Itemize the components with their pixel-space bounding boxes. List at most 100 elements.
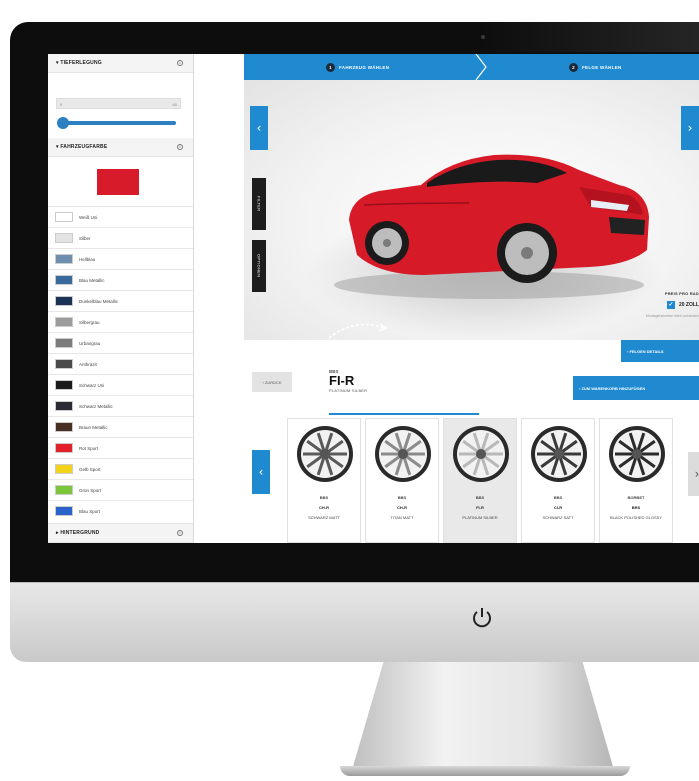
step-label: FELGE WÄHLEN [582, 64, 622, 70]
section-title-color: FAHRZEUGFARBE [60, 144, 108, 150]
back-button[interactable]: ‹ ZURÜCK [252, 372, 292, 392]
rim-icon [297, 426, 353, 482]
rim-card-brand: BBS [397, 495, 407, 500]
configurator-main: 1 FAHRZEUG WÄHLEN 2 FELGE WÄHLEN ‹ › FIL… [194, 54, 699, 543]
rim-title-block: BBS FI-R PLATINUM SILBER [329, 369, 367, 393]
color-chip [55, 296, 73, 306]
color-label: Schwarz Uni [79, 382, 105, 388]
color-label: Blau Sport [79, 508, 101, 514]
rim-icon [453, 426, 509, 482]
price-label: PREIS PRO RAD [664, 291, 699, 296]
color-label: Silbergrau [79, 319, 100, 325]
color-chip [55, 422, 73, 432]
rim-icon [609, 426, 665, 482]
step-number: 1 [326, 62, 335, 72]
color-option[interactable]: Weiß Uni [48, 206, 193, 227]
screen: ▾ TIEFERLEGUNG i 0 60 ▾ FAHRZEUGFARBE i … [48, 54, 699, 543]
rim-card-brand: BBS [319, 495, 329, 500]
size-option[interactable]: ✓ 20 ZOLL [549, 301, 699, 309]
car-image [334, 154, 649, 299]
color-option[interactable]: Grün Sport [48, 479, 193, 500]
depth-slider-track[interactable] [62, 121, 176, 125]
info-icon[interactable]: i [177, 144, 183, 150]
color-option[interactable]: Gelb Sport [48, 458, 193, 479]
color-option[interactable]: Silber [48, 227, 193, 248]
color-chip [55, 443, 73, 453]
rim-card-brand: BORBET [627, 495, 645, 500]
depth-range-field[interactable]: 0 60 [56, 98, 181, 109]
carousel-prev-arrow[interactable]: ‹ [252, 450, 270, 494]
color-chip [55, 401, 73, 411]
rim-name: FI-R [329, 373, 355, 388]
rim-card-model: CH-R [397, 505, 407, 510]
color-option[interactable]: Dunkelblau Metallic [48, 290, 193, 311]
rim-card-finish: SCHWARZ SATT [542, 515, 574, 520]
rim-details-button[interactable]: › FELGEN DETAILS [621, 340, 699, 362]
color-chip [55, 254, 73, 264]
range-min: 0 [60, 102, 63, 107]
color-list: Weiß Uni Silber Hellblau Blau Metallic Dunke… [48, 206, 193, 521]
step-choose-vehicle[interactable]: 1 FAHRZEUG WÄHLEN [326, 54, 389, 80]
power-icon[interactable] [468, 604, 496, 632]
info-icon[interactable]: i [177, 530, 183, 536]
color-label: Hellblau [79, 256, 96, 262]
rim-card[interactable]: BBS CI-R SCHWARZ SATT [521, 418, 595, 543]
rim-finish: PLATINUM SILBER [329, 388, 368, 393]
section-title-depth: TIEFERLEGUNG [60, 60, 102, 66]
rim-card[interactable]: BBS FI-R PLATINUM SILBER [443, 418, 517, 543]
step-label: FAHRZEUG WÄHLEN [339, 64, 390, 70]
color-label: Blau Metallic [79, 277, 105, 283]
depth-slider-handle[interactable] [57, 117, 69, 129]
rim-card[interactable]: BBS CH-R SCHWARZ MATT [287, 418, 361, 543]
color-label: Dunkelblau Metallic [79, 298, 119, 304]
color-option[interactable]: Hellblau [48, 248, 193, 269]
color-label: Rot Sport [79, 445, 99, 451]
stage-prev-arrow[interactable]: ‹ [250, 106, 268, 150]
rotate-360-icon[interactable] [324, 308, 394, 340]
color-label: Schwarz Metallic [79, 403, 113, 409]
section-header-color[interactable]: ▾ FAHRZEUGFARBE i [48, 138, 193, 157]
checkbox-icon[interactable]: ✓ [666, 301, 675, 309]
color-option[interactable]: Blau Sport [48, 500, 193, 521]
stage-next-arrow[interactable]: › [681, 106, 699, 150]
rim-card-brand: BBS [553, 495, 563, 500]
carousel-next-arrow[interactable]: › [688, 452, 699, 496]
rim-card-brand: BBS [475, 495, 485, 500]
color-option[interactable]: Urbangrau [48, 332, 193, 353]
selected-color-swatch [97, 169, 139, 195]
color-chip [55, 359, 73, 369]
color-chip [55, 317, 73, 327]
tab-filter[interactable]: FILTER [252, 178, 266, 230]
rim-carousel: BBS CH-R SCHWARZ MATT BBS CH-R TITAN MATT BBS F… [287, 418, 699, 543]
color-chip [55, 233, 73, 243]
color-chip [55, 464, 73, 474]
color-chip [55, 212, 73, 222]
color-option[interactable]: Rot Sport [48, 437, 193, 458]
color-option[interactable]: Schwarz Uni [48, 374, 193, 395]
section-header-background[interactable]: ▸ HINTERGRUND i [48, 523, 193, 543]
price-panel: PREIS PRO RAD ✓ 20 ZOLL Montagehinweise … [549, 291, 699, 318]
rim-card[interactable]: BBS CH-R TITAN MATT [365, 418, 439, 543]
add-to-cart-button[interactable]: › ZUM WARENKORB HINZUFÜGEN [573, 376, 699, 400]
rim-card-finish: TITAN MATT [390, 515, 414, 520]
rim-card[interactable]: BORBET BRS BLACK POLISHED GLOSSY [599, 418, 673, 543]
camera-icon [481, 35, 485, 39]
info-icon[interactable]: i [177, 60, 183, 66]
rim-card-model: CI-R [553, 505, 563, 510]
tab-options[interactable]: OPTIONEN [252, 240, 266, 292]
monitor-stand [352, 662, 614, 770]
color-option[interactable]: Schwarz Metallic [48, 395, 193, 416]
color-option[interactable]: Anthrazit [48, 353, 193, 374]
color-option[interactable]: Braun Metallic [48, 416, 193, 437]
step-number: 2 [569, 62, 578, 72]
section-header-depth[interactable]: ▾ TIEFERLEGUNG i [48, 54, 193, 73]
rim-card-finish: BLACK POLISHED GLOSSY [609, 515, 663, 520]
color-option[interactable]: Blau Metallic [48, 269, 193, 290]
color-option[interactable]: Silbergrau [48, 311, 193, 332]
rim-icon [531, 426, 587, 482]
color-chip [55, 380, 73, 390]
range-max: 60 [172, 102, 177, 107]
rim-card-model: FI-R [476, 505, 484, 510]
rim-title-underline [329, 413, 479, 415]
step-choose-rim[interactable]: 2 FELGE WÄHLEN [569, 54, 622, 80]
